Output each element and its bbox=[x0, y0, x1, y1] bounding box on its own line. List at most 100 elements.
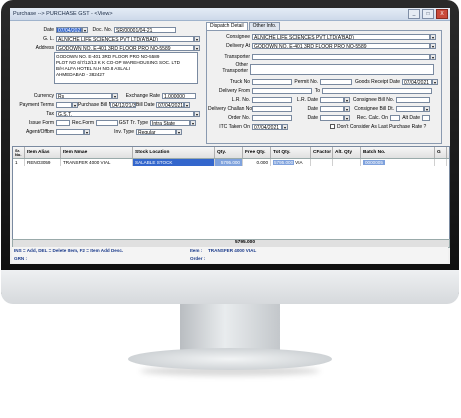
cell-location[interactable]: SALABLE STOCK bbox=[133, 159, 215, 166]
goodsdate-dropdown-icon[interactable]: ▾ bbox=[432, 78, 438, 85]
cell-tot: 5795.000 VIA bbox=[271, 159, 311, 166]
col-batch-no[interactable]: Batch No. bbox=[361, 147, 435, 158]
payterms-row: Payment Terms ▾ Purchase Bill No. 04/12/… bbox=[12, 101, 190, 108]
monitor-chin bbox=[1, 270, 459, 304]
forms-row: Issue Form Rec.Form GST Tr. Type Intra S… bbox=[12, 119, 196, 126]
purbill-input[interactable]: 04/12/21/3/3 bbox=[110, 101, 136, 108]
invtype-label: Inv. Type bbox=[114, 128, 134, 135]
consbilldt-dropdown-icon[interactable]: ▾ bbox=[424, 105, 430, 112]
cell-batch-value: 0000005 bbox=[363, 160, 385, 165]
truck-input[interactable] bbox=[252, 78, 292, 85]
altdate-input[interactable] bbox=[422, 114, 430, 121]
lrdate-input[interactable] bbox=[320, 96, 344, 103]
gsttr-dropdown-icon[interactable]: ▾ bbox=[190, 119, 196, 126]
app-window: Purchase --> PURCHASE GST - <View> _ □ X… bbox=[10, 8, 450, 264]
tab-other-info[interactable]: Other Info. bbox=[248, 22, 281, 30]
gl-input[interactable]: ALNICHE LIFE SCIENCES PVT LTD(A'BAD) bbox=[56, 35, 194, 42]
deliveryat-input[interactable]: GODOWN NO. E-401 3RD FLOOR PRO NO-5589 bbox=[252, 42, 430, 49]
address-dropdown-icon[interactable]: ▾ bbox=[194, 44, 200, 51]
lr-row: L.R. No. L.R. Date ▾ Consignee Bill No. bbox=[208, 96, 430, 103]
address-label: Address bbox=[35, 44, 54, 51]
detail-tabs: Dispatch Detail Other Info. bbox=[206, 22, 281, 30]
col-stock-location[interactable]: Stock Location bbox=[133, 147, 215, 158]
agent-input[interactable] bbox=[56, 128, 84, 135]
last-rate-checkbox[interactable] bbox=[330, 124, 335, 129]
cell-unit: VIA bbox=[295, 160, 303, 165]
cell-cf bbox=[311, 159, 333, 166]
gsttr-input[interactable]: Intra State bbox=[150, 119, 190, 126]
to-label: To bbox=[314, 87, 320, 94]
consignee-input[interactable]: ALNICHE LIFE SCIENCES PVT LTD(A'BAD) bbox=[252, 33, 430, 40]
order-date-label: Date bbox=[307, 114, 318, 121]
cell-tot-value: 5795.000 bbox=[273, 160, 295, 165]
col-cfactor[interactable]: CFactor bbox=[311, 147, 333, 158]
deliveryat-label: Delivery At bbox=[226, 42, 250, 49]
close-button[interactable]: X bbox=[436, 9, 448, 19]
title-bar: Purchase --> PURCHASE GST - <View> _ □ X bbox=[10, 8, 450, 21]
challan-date-input[interactable] bbox=[320, 105, 344, 112]
col-tot-qty[interactable]: Tot Qty. bbox=[271, 147, 311, 158]
delchallan-input[interactable] bbox=[252, 105, 292, 112]
itc-input[interactable]: 07/04/2021 bbox=[252, 123, 282, 130]
col-alt-qty[interactable]: Alt. Qty bbox=[333, 147, 361, 158]
delfrom-label: Delivery From bbox=[218, 87, 250, 94]
invtype-input[interactable]: Regular bbox=[136, 128, 176, 135]
col-item-alias[interactable]: Item Alias bbox=[25, 147, 61, 158]
transporter-row: Transporter ▾ bbox=[208, 53, 436, 60]
delfrom-input[interactable] bbox=[252, 87, 312, 94]
permit-label: Permit No. bbox=[294, 78, 318, 85]
goodsdate-input[interactable]: 07/04/2021 bbox=[402, 78, 432, 85]
issueform-input[interactable] bbox=[56, 119, 70, 126]
col-qty[interactable]: Qty. bbox=[215, 147, 243, 158]
reccalc-input[interactable] bbox=[390, 114, 400, 121]
consbilldt-input[interactable] bbox=[396, 105, 424, 112]
exrate-input[interactable]: 1.000000 bbox=[162, 92, 196, 99]
address-line: AHMEDABAD - 382427 bbox=[56, 72, 105, 77]
docno-input[interactable]: SR/00001/04-21 bbox=[114, 26, 176, 33]
col-sr-no[interactable]: Sr. No. bbox=[13, 147, 25, 158]
cell-alt bbox=[333, 159, 361, 166]
address-block: GODOWN NO. E-401 3RD FLOOR PRO NO-5589 P… bbox=[54, 52, 198, 84]
tax-row: Tax G.S.T. ▾ bbox=[12, 110, 200, 117]
tax-dropdown-icon[interactable]: ▾ bbox=[194, 110, 200, 117]
permit-input[interactable] bbox=[320, 78, 352, 85]
purbill-label: Purchase Bill No. bbox=[78, 101, 117, 108]
transporter-input[interactable] bbox=[252, 53, 430, 60]
consignee-dropdown-icon[interactable]: ▾ bbox=[430, 33, 436, 40]
consbill-label: Consignee Bill No. bbox=[352, 96, 394, 103]
col-g[interactable]: G bbox=[435, 147, 447, 158]
other-transporter-input[interactable] bbox=[250, 64, 434, 75]
date-input[interactable]: 07/04/2021 bbox=[56, 26, 82, 33]
order-date-input[interactable] bbox=[320, 114, 344, 121]
deliveryat-dropdown-icon[interactable]: ▾ bbox=[430, 42, 436, 49]
reccalc-label: Rec. Calc. On bbox=[356, 114, 388, 121]
cell-name: TRANSFER 4000 VIAL bbox=[61, 159, 133, 166]
truck-row: Truck No Permit No. Goods Receipt Date 0… bbox=[208, 78, 438, 85]
col-item-name[interactable]: Item Nmae bbox=[61, 147, 133, 158]
itc-label: ITC Taken On bbox=[219, 123, 250, 130]
recform-label: Rec.Form bbox=[72, 119, 94, 126]
col-free-qty[interactable]: Free Qty. bbox=[243, 147, 271, 158]
lrno-input[interactable] bbox=[252, 96, 292, 103]
payterms-input[interactable] bbox=[56, 101, 72, 108]
to-input[interactable] bbox=[322, 87, 432, 94]
itc-dropdown-icon[interactable]: ▾ bbox=[282, 123, 288, 130]
table-row[interactable]: 1 RENO3059 TRANSFER 4000 VIAL SALABLE ST… bbox=[13, 159, 449, 166]
gl-dropdown-icon[interactable]: ▾ bbox=[194, 35, 200, 42]
currency-label: Currency bbox=[33, 92, 54, 99]
tab-dispatch-detail[interactable]: Dispatch Detail bbox=[206, 22, 248, 30]
consbill-input[interactable] bbox=[396, 96, 430, 103]
transporter-dropdown-icon[interactable]: ▾ bbox=[430, 53, 436, 60]
recform-input[interactable] bbox=[96, 119, 118, 126]
minimize-button[interactable]: _ bbox=[408, 9, 420, 19]
maximize-button[interactable]: □ bbox=[422, 9, 434, 19]
currency-input[interactable]: Rs bbox=[56, 92, 112, 99]
orderno-input[interactable] bbox=[252, 114, 292, 121]
grid-header: Sr. No. Item Alias Item Nmae Stock Locat… bbox=[13, 147, 449, 159]
tax-input[interactable]: G.S.T. bbox=[56, 110, 194, 117]
issueform-label: Issue Form bbox=[28, 119, 54, 126]
address-select[interactable]: GODOWN NO. E-401 3RD FLOOR PRO NO-5589 bbox=[56, 44, 194, 51]
invtype-dropdown-icon[interactable]: ▾ bbox=[176, 128, 182, 135]
billdate-input[interactable]: 07/04/2021 bbox=[156, 101, 184, 108]
billdate-dropdown-icon[interactable]: ▾ bbox=[184, 101, 190, 108]
